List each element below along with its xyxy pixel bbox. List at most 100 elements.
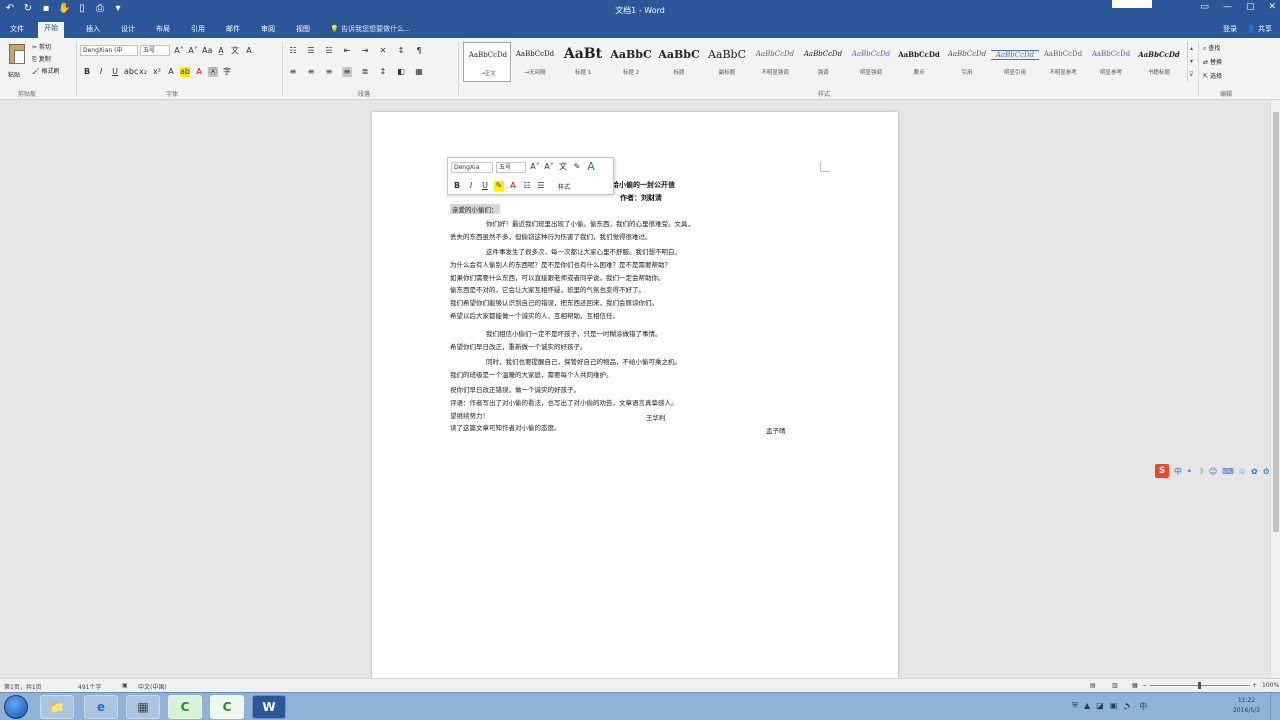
tell-me-search[interactable]: 💡 告诉我您想要做什么... xyxy=(330,24,411,34)
tab-insert[interactable]: 插入 xyxy=(80,23,106,38)
align-center-icon[interactable]: ≡ xyxy=(306,67,316,77)
doc-teacher[interactable]: 王华利 xyxy=(646,412,666,422)
highlight-icon[interactable]: ab xyxy=(180,67,190,77)
show-desktop-button[interactable] xyxy=(1270,693,1280,720)
style-title[interactable]: AaBbC 标题 xyxy=(655,42,703,82)
styles-gallery-scroll[interactable]: ▴ ▾ ⊽ xyxy=(1187,42,1195,82)
keyboard-icon[interactable]: ⌨ xyxy=(1222,467,1234,476)
char-border-icon[interactable]: A xyxy=(244,46,254,56)
doc-author[interactable]: 作者：刘财清 xyxy=(620,193,662,203)
moon-icon[interactable]: ☽ xyxy=(1197,467,1204,476)
share-button[interactable]: 👤 共享 xyxy=(1247,24,1272,34)
scrollbar-thumb[interactable] xyxy=(1273,112,1279,532)
increase-indent-icon[interactable]: ⇥ xyxy=(360,46,370,56)
network-icon[interactable]: ▣ xyxy=(1110,701,1118,712)
clock[interactable]: 11:22 2016/5/3 xyxy=(1233,696,1260,716)
tab-mailings[interactable]: 邮件 xyxy=(220,23,246,38)
style-heading-2[interactable]: AaBbC 标题 2 xyxy=(607,42,655,82)
start-button[interactable] xyxy=(4,695,28,719)
font-size-select[interactable]: 五号 xyxy=(140,45,170,56)
page-count[interactable]: 第1页，共1页 xyxy=(4,682,42,691)
print-layout-icon[interactable]: ▥ xyxy=(1112,682,1118,689)
decrease-indent-icon[interactable]: ⇤ xyxy=(342,46,352,56)
format-painter-button[interactable]: 🖌 格式刷 xyxy=(32,66,60,78)
cut-button[interactable]: ✂ 剪切 xyxy=(32,42,60,54)
close-icon[interactable]: ✕ xyxy=(1268,2,1276,12)
bold-icon[interactable]: B xyxy=(452,181,462,191)
superscript-icon[interactable]: x² xyxy=(152,67,162,77)
taskbar-word-icon[interactable]: W xyxy=(252,695,286,719)
taskbar-explorer-icon[interactable]: 📁 xyxy=(40,695,74,719)
minimize-icon[interactable]: — xyxy=(1223,2,1232,12)
style-intense-emphasis[interactable]: AaBbCcDd 明显强调 xyxy=(847,42,895,82)
tray-app-icon[interactable]: ◪ xyxy=(1096,701,1104,712)
line-spacing-icon[interactable]: ↕ xyxy=(378,67,388,77)
clear-format-icon[interactable]: A̲ xyxy=(216,46,226,56)
shrink-font-icon[interactable]: A˅ xyxy=(188,46,198,56)
change-case-icon[interactable]: Aa xyxy=(202,46,212,56)
doc-greeting-selected[interactable]: 亲爱的小偷们： xyxy=(450,204,500,214)
volume-icon[interactable]: 🔊 xyxy=(1123,701,1133,712)
style-emphasis[interactable]: AaBbCcDd 强调 xyxy=(799,42,847,82)
sign-in-link[interactable]: 登录 xyxy=(1223,24,1237,34)
taskbar-ie-icon[interactable]: e xyxy=(84,695,118,719)
bold-icon[interactable]: B xyxy=(82,67,92,77)
style-quote[interactable]: AaBbCcDd 引用 xyxy=(943,42,991,82)
document-page[interactable]: 给小偷的一封公开信 作者：刘财清 亲爱的小偷们： 你们好！最近我们班里出现了小偷… xyxy=(372,112,898,678)
sort-icon[interactable]: ↕ xyxy=(396,46,406,56)
shading-icon[interactable]: ◧ xyxy=(396,67,406,77)
tab-review[interactable]: 审阅 xyxy=(255,23,281,38)
new-doc-icon[interactable]: ▯ xyxy=(76,3,88,15)
mini-size-select[interactable]: 五号 xyxy=(496,162,526,173)
borders-icon[interactable]: ▦ xyxy=(414,67,424,77)
language[interactable]: 中文(中国) xyxy=(138,682,167,691)
style-subtitle[interactable]: AaBbC 副标题 xyxy=(703,42,751,82)
paste-button[interactable]: 粘贴 xyxy=(6,42,28,82)
phonetic-guide-icon[interactable]: 文 xyxy=(558,162,568,172)
proofing-icon[interactable]: ▣ xyxy=(122,682,128,689)
font-family-select[interactable]: DengXian (中 xyxy=(80,45,138,56)
grow-font-icon[interactable]: A˄ xyxy=(174,46,184,56)
doc-paragraph-3[interactable]: 我们相信小偷们一定不是坏孩子，只是一时糊涂做错了事情。 希望你们早日改正，重新做… xyxy=(450,328,820,354)
style-subtle-emphasis[interactable]: AaBbCcDd 不明显强调 xyxy=(751,42,799,82)
tray-expand-icon[interactable]: ▲ xyxy=(1084,701,1090,712)
enclose-chars-icon[interactable]: 字 xyxy=(222,67,232,77)
italic-icon[interactable]: I xyxy=(96,67,106,77)
phonetic-guide-icon[interactable]: 文 xyxy=(230,46,240,56)
distributed-icon[interactable]: ≣ xyxy=(360,67,370,77)
replace-button[interactable]: ⇄ 替换 xyxy=(1203,56,1222,70)
undo-icon[interactable]: ↶ xyxy=(4,3,16,15)
doc-paragraph-2[interactable]: 这件事发生了很多次，每一次都让大家心里不舒服。我们想不明白， 为什么会有人偷别人… xyxy=(450,246,820,323)
chinese-layout-icon[interactable]: ✕ xyxy=(378,46,388,56)
char-shading-icon[interactable]: Ⓐ xyxy=(208,67,218,77)
shrink-font-icon[interactable]: A˅ xyxy=(544,162,554,172)
zoom-slider-thumb[interactable] xyxy=(1198,682,1201,689)
sogou-logo-icon[interactable]: S xyxy=(1155,464,1169,478)
numbering-icon[interactable]: ☰ xyxy=(536,181,546,191)
highlight-icon[interactable]: ✎ xyxy=(494,181,504,191)
zoom-level[interactable]: 100% xyxy=(1262,682,1279,689)
print-icon[interactable]: ⎙ xyxy=(94,3,106,15)
emoji-icon[interactable]: ☺ xyxy=(1209,467,1217,476)
multilevel-list-icon[interactable]: ☱ xyxy=(324,46,334,56)
taskbar-camtasia-icon[interactable]: C xyxy=(168,695,202,719)
grow-font-icon[interactable]: A˄ xyxy=(530,162,540,172)
ribbon-display-options-icon[interactable]: ▭ xyxy=(1200,2,1209,12)
skin-icon[interactable]: ♧ xyxy=(1239,467,1246,476)
show-marks-icon[interactable]: ¶ xyxy=(414,46,424,56)
tab-layout[interactable]: 布局 xyxy=(150,23,176,38)
italic-icon[interactable]: I xyxy=(466,181,476,191)
style-intense-quote[interactable]: AaBbCcDd 明显引用 xyxy=(991,42,1039,82)
style-intense-reference[interactable]: AaBbCcDd 明显参考 xyxy=(1087,42,1135,82)
tools-icon[interactable]: ✿ xyxy=(1251,467,1258,476)
zoom-in-icon[interactable]: + xyxy=(1252,682,1257,689)
align-left-icon[interactable]: ≡ xyxy=(288,67,298,77)
style-no-spacing[interactable]: AaBbCcDd →无间隔 xyxy=(511,42,559,82)
bullets-icon[interactable]: ☷ xyxy=(288,46,298,56)
chinese-mode-icon[interactable]: 中 xyxy=(1174,466,1182,477)
underline-icon[interactable]: U xyxy=(110,67,120,77)
doc-paragraph-4[interactable]: 同时，我们也要提醒自己，保管好自己的物品，不给小偷可乘之机。 我们的班级是一个温… xyxy=(450,356,820,382)
style-normal[interactable]: AaBbCcDd →正文 xyxy=(463,42,511,82)
redo-icon[interactable]: ↻ xyxy=(22,3,34,15)
text-effects-icon[interactable]: A xyxy=(166,67,176,77)
